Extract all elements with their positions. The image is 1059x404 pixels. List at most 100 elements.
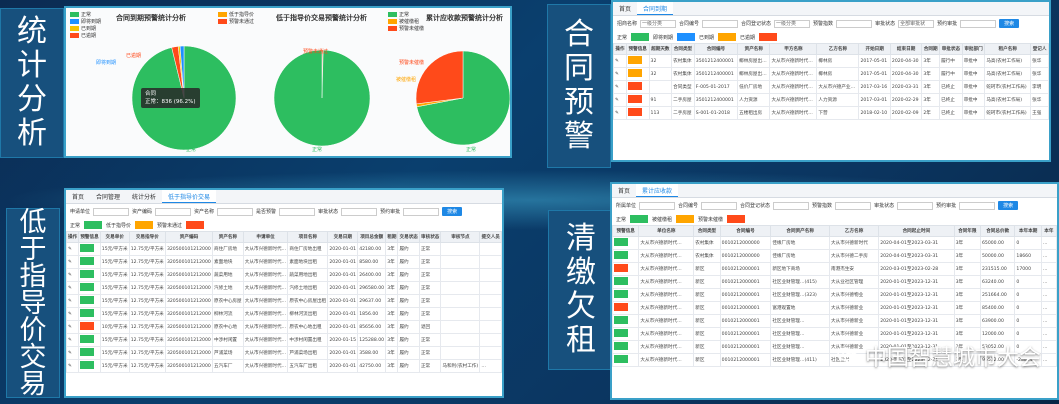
filter-input[interactable] [155, 207, 192, 216]
tab-item[interactable]: 低于指导价交易 [162, 190, 217, 203]
table-row[interactable]: 大从市兴德新时代… 新区 0010212000001 富港观置地 大从市兴德新业 2020… [612, 301, 1057, 315]
table-row[interactable]: ✎ 15元/平方米 12.75元/平方米 320500101212000 蔬菜用地 大从市… [66, 268, 502, 282]
search-button[interactable]: 搜索 [999, 19, 1020, 28]
edit-icon[interactable]: ✎ [66, 307, 80, 321]
filter-input[interactable] [93, 207, 130, 216]
edit-icon[interactable]: ✎ [66, 294, 80, 308]
tab-item[interactable]: 统计分析 [126, 190, 162, 203]
table-cell: 大从市兴德新时代… [242, 359, 289, 373]
label-stat-analysis: 统计分析 [0, 8, 64, 158]
warning-status-cell [612, 275, 640, 289]
status-badge [614, 303, 628, 311]
filter-input[interactable] [897, 201, 934, 210]
table-row[interactable]: ✎ 15元/平方米 12.75元/平方米 320500101212000 五汽车厂 大从市… [66, 359, 502, 373]
table-cell: 3年 [385, 333, 399, 347]
table-cell: 0010212000000 [719, 249, 772, 263]
edit-icon[interactable]: ✎ [66, 242, 80, 256]
edit-icon[interactable]: ✎ [613, 80, 627, 94]
table-cell: 正常 [418, 359, 442, 373]
status-badge [80, 296, 95, 304]
table-row[interactable]: ✎ 113 二手房屋 S-001-01-2018 五楼租出房 大从市兴德新时代… 下营 201… [613, 106, 1049, 120]
search-button[interactable]: 搜索 [442, 207, 463, 216]
table-row[interactable]: ✎ 15元/平方米 12.75元/平方米 320500101212000 汽修土地 大从市… [66, 281, 502, 295]
table-cell: 12.75元/平方米 [128, 281, 166, 295]
table-row[interactable]: 大从市兴德新时代… 新区 0010212000001 社区业财管理…(415) 大从业社… [612, 275, 1057, 289]
table-cell: 大从市兴德二手房 [829, 249, 880, 263]
edit-icon[interactable]: ✎ [66, 333, 80, 347]
tab-item[interactable]: 合同管理 [90, 190, 126, 203]
filter-input[interactable] [217, 207, 254, 216]
warning-status-cell [612, 262, 640, 276]
edit-icon[interactable]: ✎ [66, 281, 80, 295]
tab-item[interactable]: 首页 [66, 190, 90, 203]
edit-icon[interactable]: ✎ [613, 106, 627, 120]
table-row[interactable]: 大从市兴德新时代… 新区 0010212000001 社区业财管理… 大从市兴德新业 20… [612, 314, 1057, 328]
warning-status-cell [78, 333, 101, 347]
table-cell: 12.75元/平方米 [128, 294, 166, 308]
filter-input[interactable] [835, 201, 872, 210]
table-row[interactable]: 大从市兴德新时代… 新区 0010212000001 新区地下商场 南港杰生安 2020-… [612, 262, 1057, 276]
filter-input[interactable] [960, 19, 997, 28]
table-row[interactable]: ✎ 10元/平方米 12.75元/平方米 320500101212000 原农中心地 大从… [66, 320, 502, 334]
table-cell: 大从市兴德新时代… [242, 281, 289, 295]
filter-input[interactable] [279, 207, 316, 216]
tab-contract-due[interactable]: 合同到期 [637, 2, 674, 15]
table-cell: 42180.00 [357, 242, 387, 256]
filter-input[interactable] [403, 207, 440, 216]
edit-icon[interactable]: ✎ [613, 93, 627, 107]
table-row[interactable]: 大从市兴德新时代… 新区 0010212000001 社区业财管理… 大从市兴德新业 20… [612, 327, 1057, 341]
table-row[interactable]: ✎ 15元/平方米 12.75元/平方米 320500101212000 原农中心房屋大… [66, 294, 502, 308]
pie-slice[interactable] [415, 50, 464, 105]
warning-status-cell [625, 67, 650, 81]
table-row[interactable]: ✎ 15元/平方米 12.75元/平方米 320500101212000 中涉村闲置 大从… [66, 333, 502, 347]
edit-icon[interactable]: ✎ [66, 346, 80, 360]
table-row[interactable]: ✎ 15元/平方米 12.75元/平方米 320500101212000 素面地块 大从市… [66, 255, 502, 269]
table-cell: 10元/平方米 [99, 320, 130, 334]
warning-status-cell [625, 106, 650, 120]
filter-input[interactable] [701, 201, 738, 210]
pie-slice[interactable] [273, 49, 371, 147]
table-row[interactable]: ✎ 32 农村集体 3501212400001 椰林房屋出… 大从市兴德新时代… 椰林房 20… [613, 54, 1049, 68]
filter-input[interactable]: 全部审批状 [898, 19, 935, 28]
table-row[interactable]: 大从市兴德新时代… 新区 0010212000001 社区业财管理…(323) 大从市兴… [612, 288, 1057, 302]
filter-input[interactable] [773, 201, 810, 210]
edit-icon[interactable]: ✎ [66, 320, 80, 334]
arrears-filters: 所属单位 合同编号 合同登记状态 预警指数 审批状态 预约审批 搜索 [612, 198, 1057, 213]
table-cell: 大从市兴德新业 [829, 327, 880, 341]
filter-input[interactable]: 一级分类 [640, 19, 677, 28]
filter-input[interactable] [836, 19, 873, 28]
edit-icon[interactable]: ✎ [613, 67, 627, 81]
column-header: 租户名称 [984, 43, 1032, 55]
tab-receivable[interactable]: 累计应收款 [636, 184, 679, 197]
edit-icon[interactable]: ✎ [66, 255, 80, 269]
pie-receivable [415, 50, 510, 146]
table-row[interactable]: ✎ 15元/平方米 12.75元/平方米 320500101212000 芦浦菜场 大从市… [66, 346, 502, 360]
tab-home[interactable]: 首页 [612, 184, 636, 197]
table-cell: … [1040, 249, 1057, 263]
edit-icon[interactable]: ✎ [613, 54, 627, 68]
table-cell: 富港观置地 [770, 301, 831, 315]
table-cell: 大从市兴德新时代… [769, 80, 818, 94]
search-button[interactable]: 搜索 [998, 201, 1019, 210]
table-cell: 原农中心房屋出租 [287, 294, 329, 308]
filter-input[interactable] [959, 201, 996, 210]
table-row[interactable]: ✎ 32 农村集体 3501212400001 椰林房屋出… 大从市兴德新时代… 椰林房 20… [613, 67, 1049, 81]
edit-icon[interactable]: ✎ [66, 359, 80, 373]
table-cell: 3年 [953, 236, 981, 250]
filter-input[interactable] [639, 201, 676, 210]
filter-input[interactable]: 一级分类 [774, 19, 811, 28]
table-row[interactable]: ✎ 合同类型 F-005-01-2017 低价厂房地 大从市兴德新时代… 大从市兴德产业…… [613, 80, 1049, 94]
table-row[interactable]: ✎ 91 二手房屋 3501212400001 人力资源 大从市兴德新时代… 人力资源 201… [613, 93, 1049, 107]
filter-input[interactable] [341, 207, 378, 216]
table-row[interactable]: 大从市兴德新时代… 农村集体 0010212000000 佳缘厂房地 大从市兴德新时代 2… [612, 236, 1057, 250]
table-cell [440, 320, 481, 334]
table-row[interactable]: ✎ 15元/平方米 12.75元/平方米 320500101212000 柳林河流 大从市… [66, 307, 502, 321]
table-row[interactable]: 大从市兴德新时代… 农村集体 0010212000000 佳缘厂房地 大从市兴德二手房 2… [612, 249, 1057, 263]
lowprice-legend: 正常 低于指导价 预警未通过 [66, 219, 502, 231]
filter-input[interactable] [702, 19, 739, 28]
pie1-label-normal: 正常 [186, 146, 196, 153]
table-row[interactable]: ✎ 15元/平方米 12.75元/平方米 320500101212000 商住厂房地 大从… [66, 242, 502, 256]
tab-home[interactable]: 首页 [613, 2, 637, 15]
table-cell: 下营 [816, 106, 860, 120]
edit-icon[interactable]: ✎ [66, 268, 80, 282]
